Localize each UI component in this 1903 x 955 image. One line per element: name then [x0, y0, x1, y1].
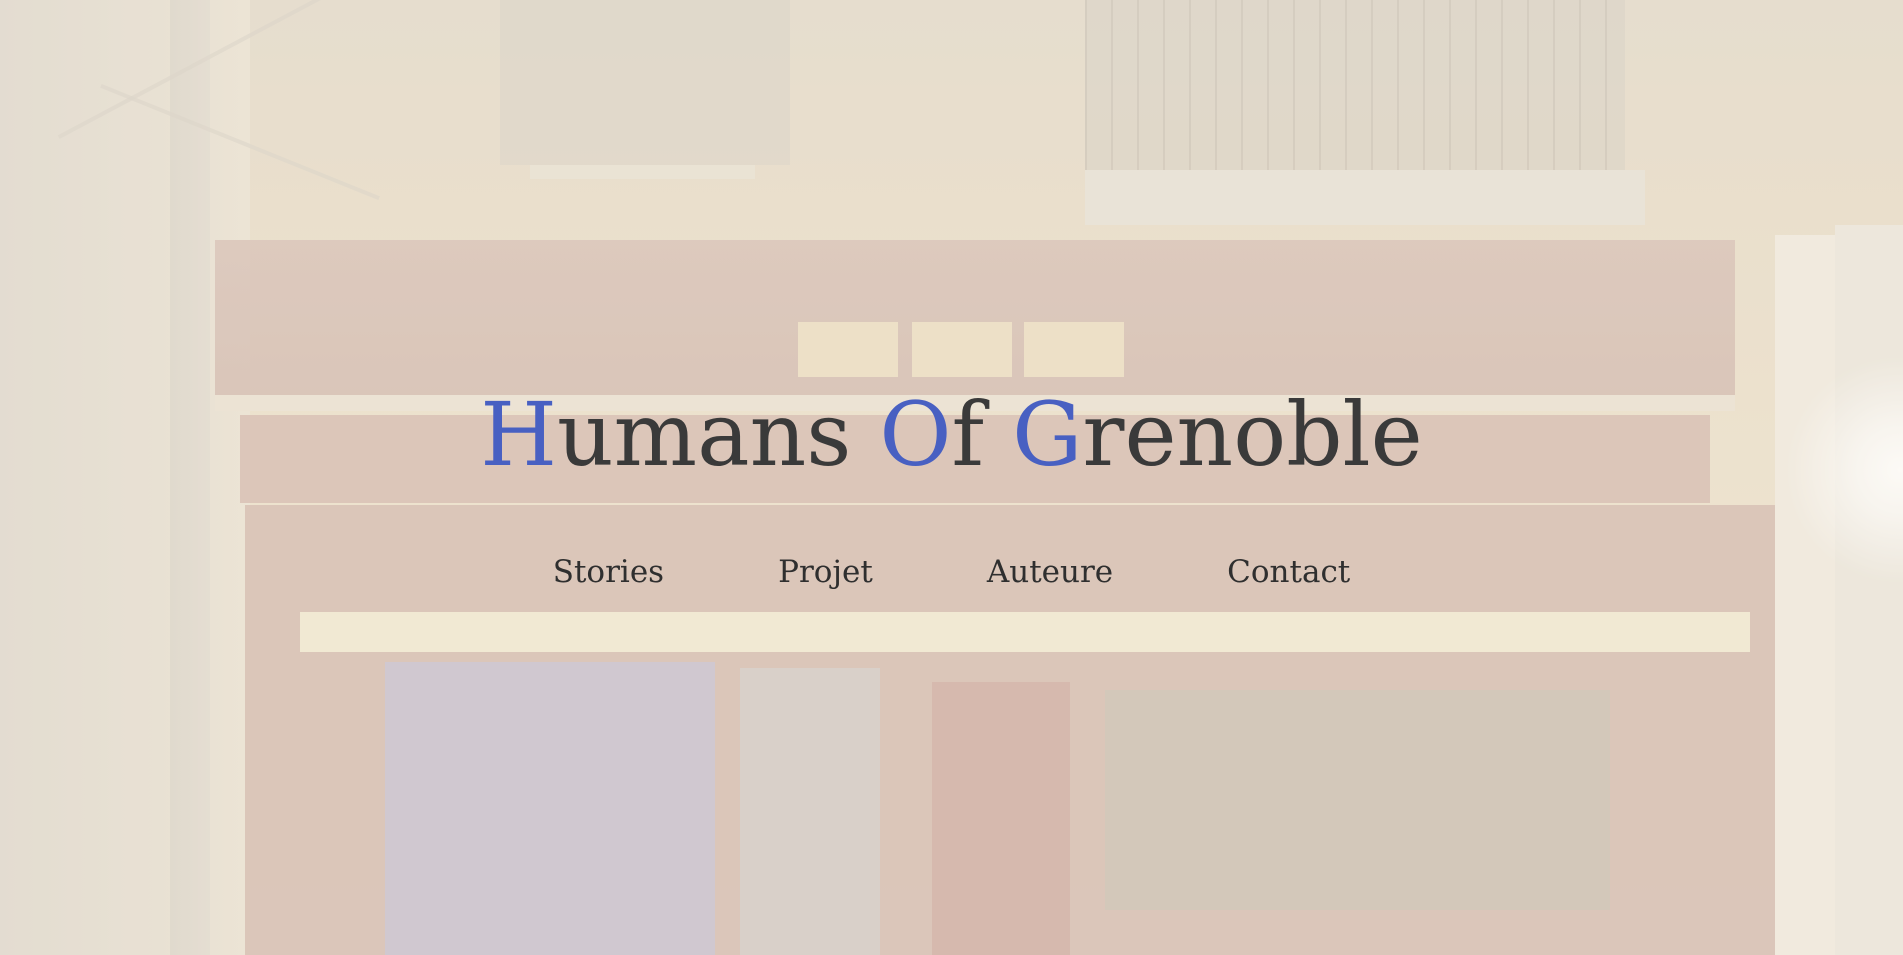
- nav-link-auteure[interactable]: Auteure: [930, 552, 1170, 592]
- title-text: umans: [556, 383, 880, 486]
- hero-section: Humans Of Grenoble Stories Projet Auteur…: [0, 0, 1903, 955]
- nav-link-contact[interactable]: Contact: [1170, 552, 1407, 592]
- title-text: f: [951, 383, 1013, 486]
- title-text: renoble: [1082, 383, 1423, 486]
- site-title: Humans Of Grenoble: [0, 385, 1903, 485]
- nav-link-projet[interactable]: Projet: [721, 552, 930, 592]
- main-nav: Stories Projet Auteure Contact: [0, 552, 1903, 592]
- title-letter-h: H: [480, 383, 557, 486]
- title-letter-o: O: [879, 383, 952, 486]
- nav-link-stories[interactable]: Stories: [496, 552, 721, 592]
- title-letter-g: G: [1012, 383, 1083, 486]
